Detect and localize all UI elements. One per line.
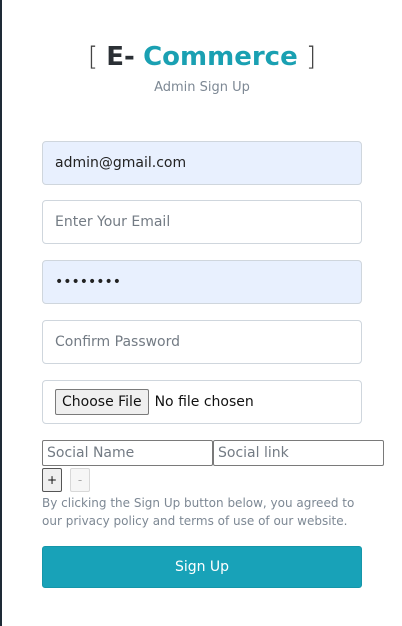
brand-e-text: E- [106, 42, 135, 72]
enter-email-input[interactable] [55, 214, 349, 230]
choose-file-button[interactable]: Choose File [55, 389, 149, 415]
password-input[interactable] [55, 274, 349, 290]
second-email-field-container [42, 200, 362, 244]
file-upload-field: Choose File No file chosen [42, 380, 362, 424]
email-field-container [42, 141, 362, 185]
password-field-container [42, 260, 362, 304]
brand-logo: [ E- Commerce ] [2, 40, 402, 74]
signup-page: [ E- Commerce ] Admin Sign Up Choose Fil… [0, 0, 402, 626]
add-social-button[interactable]: + [42, 468, 62, 492]
sign-up-button[interactable]: Sign Up [42, 546, 362, 588]
social-name-input[interactable] [42, 440, 213, 466]
brand-close-bracket: ] [306, 42, 317, 72]
confirm-password-input[interactable] [55, 334, 349, 350]
brand-open-bracket: [ [87, 42, 98, 72]
email-input[interactable] [55, 155, 349, 171]
terms-text: By clicking the Sign Up button below, yo… [42, 496, 355, 528]
brand-commerce-text: Commerce [143, 42, 298, 72]
confirm-password-field-container [42, 320, 362, 364]
page-subtitle: Admin Sign Up [154, 80, 250, 95]
social-link-input[interactable] [213, 440, 384, 466]
remove-social-button[interactable]: - [70, 468, 90, 492]
file-status-text: No file chosen [154, 394, 254, 410]
